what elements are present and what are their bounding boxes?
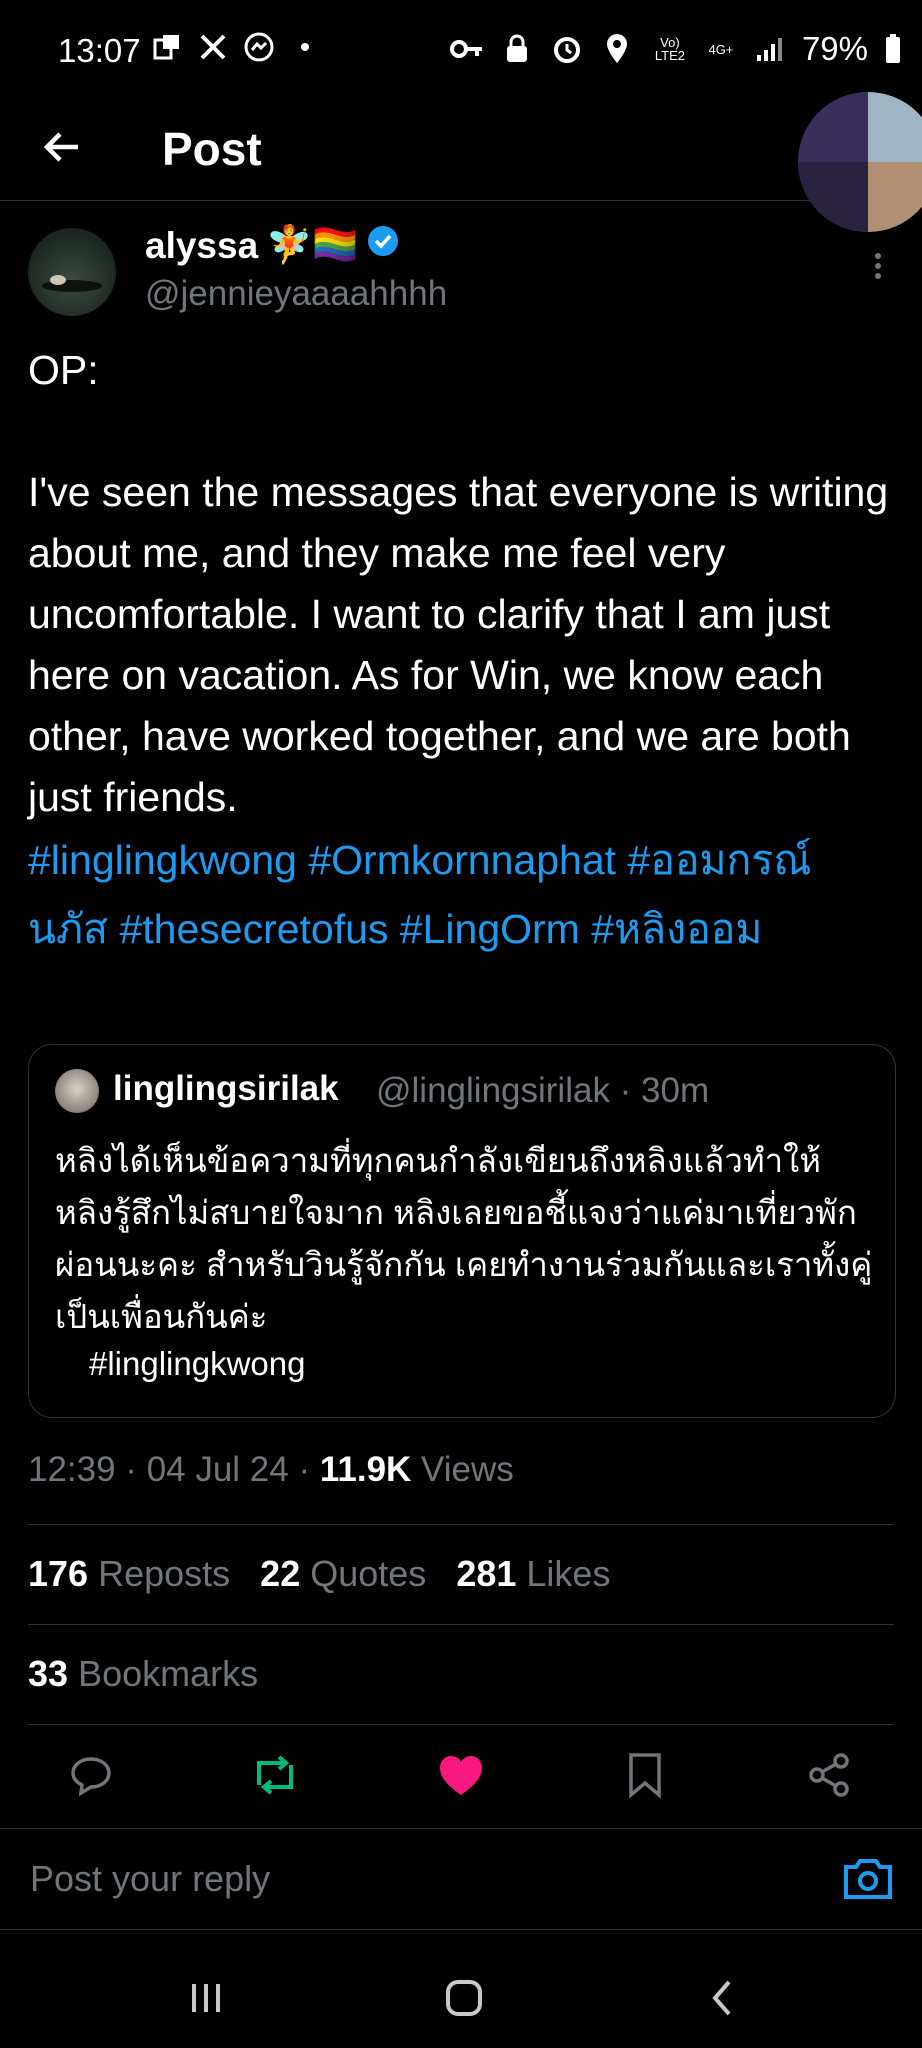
- reposts-stat[interactable]: 176 Reposts: [28, 1553, 230, 1595]
- home-icon[interactable]: [434, 1968, 494, 2028]
- recent-apps-icon[interactable]: [176, 1968, 236, 2028]
- location-icon: [600, 32, 634, 66]
- messenger-icon: [242, 30, 276, 64]
- author-handle[interactable]: @jennieyaaaahhhh: [145, 274, 447, 314]
- quoted-tweet-card[interactable]: linglingsirilak @linglingsirilak · 30m ห…: [28, 1044, 896, 1418]
- camera-icon[interactable]: [840, 1851, 896, 1907]
- tweet-timestamp: 12:39 · 04 Jul 24 ·: [28, 1450, 320, 1489]
- author-name-row[interactable]: alyssa 🧚🏳️‍🌈: [145, 224, 400, 267]
- divider: [28, 1524, 894, 1525]
- divider: [28, 1724, 894, 1725]
- bookmarks-stat[interactable]: 33 Bookmarks: [28, 1653, 258, 1695]
- verified-badge-icon: [366, 224, 400, 267]
- key-icon: [449, 32, 484, 66]
- tweet-meta: 12:39 · 04 Jul 24 · 11.9K Views: [28, 1450, 514, 1490]
- more-options-icon[interactable]: [868, 248, 888, 288]
- page-title: Post: [162, 123, 262, 175]
- bookmark-icon[interactable]: [610, 1740, 680, 1810]
- likes-stat[interactable]: 281 Likes: [456, 1553, 610, 1595]
- lock-icon: [500, 32, 534, 66]
- post-header: Post: [0, 100, 922, 201]
- dot-icon: [288, 30, 322, 64]
- quoted-author-handle: @linglingsirilak · 30m: [376, 1071, 710, 1110]
- reply-input[interactable]: [28, 1857, 732, 1901]
- system-nav-bar: [0, 1940, 922, 2048]
- battery-percent: 79%: [801, 30, 868, 67]
- tweet-hashtags[interactable]: #linglingkwong #Ormkornnaphat #ออมกรณ์นภ…: [28, 826, 888, 964]
- like-heart-icon[interactable]: [426, 1740, 496, 1810]
- reply-composer: [0, 1828, 922, 1930]
- quoted-tweet-text: หลิงได้เห็นข้อความที่ทุกคนกำลังเขียนถึงห…: [55, 1142, 873, 1335]
- divider: [28, 1624, 894, 1625]
- back-nav-icon[interactable]: [692, 1968, 752, 2028]
- quoted-author-avatar: [55, 1069, 99, 1113]
- action-bar: [0, 1740, 922, 1820]
- network-4g-icon: 4G+: [708, 41, 734, 57]
- x-icon: [196, 30, 230, 64]
- tweet-text: OP: I've seen the messages that everyone…: [28, 347, 889, 820]
- author-name: alyssa: [145, 224, 259, 266]
- author-emoji: 🧚🏳️‍🌈: [266, 224, 359, 265]
- author-avatar[interactable]: [28, 228, 116, 316]
- alarm-icon: [550, 32, 584, 66]
- status-time: 13:07: [58, 32, 141, 69]
- screenshot-icon: [150, 30, 184, 64]
- floating-media-thumbnail[interactable]: [798, 92, 922, 232]
- volte-icon: Vo) LTE2: [654, 35, 685, 63]
- share-icon[interactable]: [794, 1740, 864, 1810]
- back-arrow-icon[interactable]: [38, 122, 88, 172]
- views-count: 11.9K: [319, 1450, 412, 1489]
- battery-icon: [884, 32, 902, 66]
- signal-icon: [752, 32, 786, 66]
- views-label: Views: [411, 1450, 514, 1489]
- status-bar: 13:07 Vo) LTE2 4G+ 79%: [0, 0, 922, 100]
- quoted-author-name: linglingsirilak: [113, 1069, 339, 1108]
- repost-icon[interactable]: [240, 1740, 310, 1810]
- engagement-stats: 176 Reposts 22 Quotes 281 Likes: [28, 1553, 610, 1595]
- quoted-tweet-hashtag: #linglingkwong: [89, 1345, 306, 1382]
- quotes-stat[interactable]: 22 Quotes: [260, 1553, 426, 1595]
- reply-icon[interactable]: [56, 1740, 126, 1810]
